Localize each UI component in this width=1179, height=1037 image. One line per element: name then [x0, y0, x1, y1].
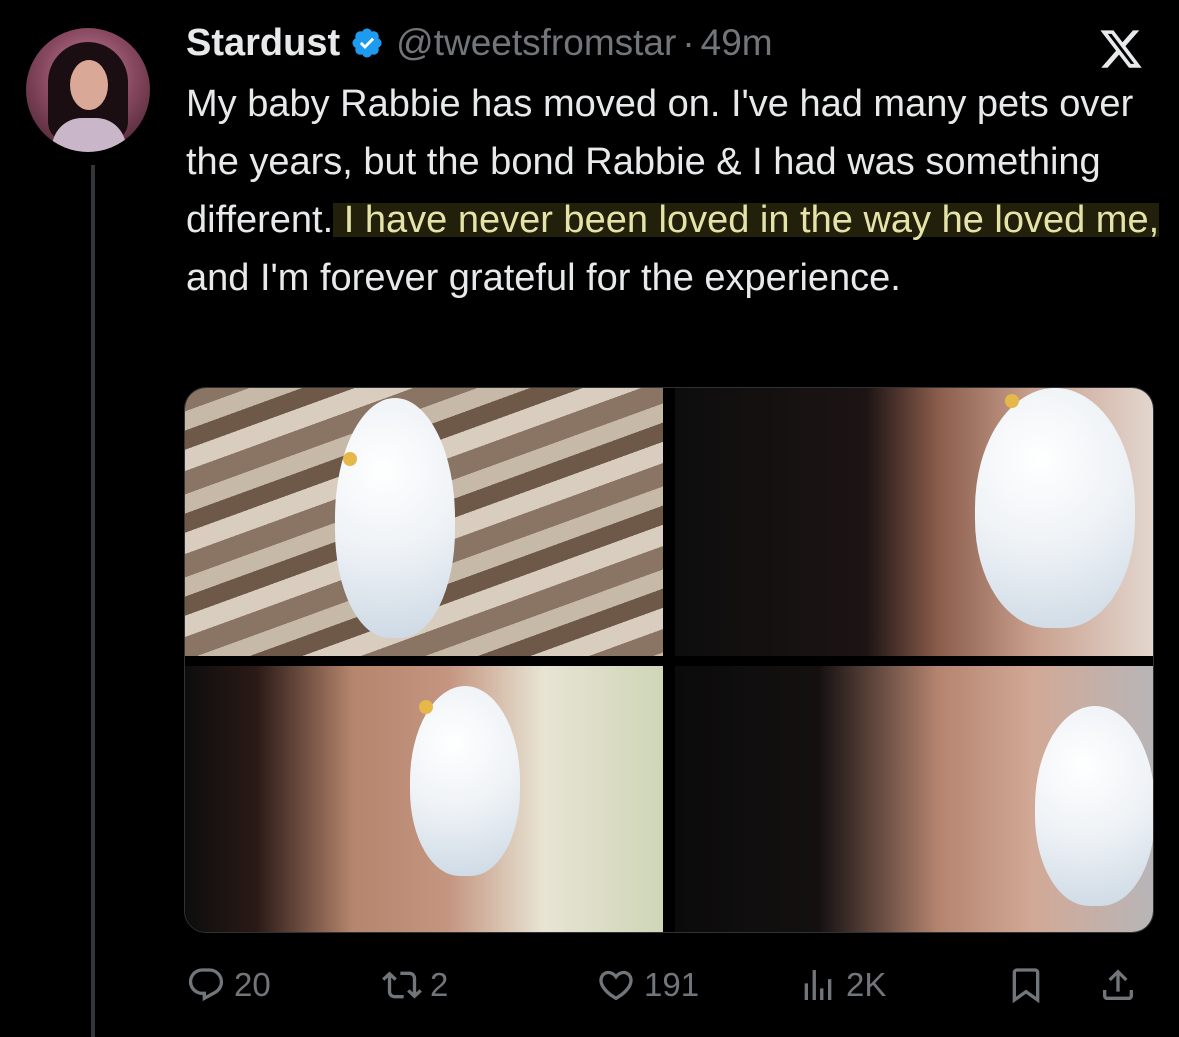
- tweet-text: My baby Rabbie has moved on. I've had ma…: [186, 75, 1161, 307]
- tweet-time[interactable]: 49m: [701, 22, 773, 64]
- bookmark-icon: [1012, 968, 1040, 1004]
- photo-budgie-on-towel[interactable]: [185, 388, 663, 656]
- share-button[interactable]: [1098, 955, 1146, 1015]
- budgie: [1035, 706, 1153, 906]
- budgie: [335, 398, 455, 638]
- views-icon: [804, 970, 832, 1000]
- tweet-header: Stardust @tweetsfromstar · 49m: [186, 20, 773, 66]
- author-avatar[interactable]: [26, 28, 150, 152]
- photo-woman-with-budgie-3[interactable]: [675, 666, 1153, 932]
- tweet-text-highlight: I have never been loved in the way he lo…: [333, 199, 1160, 241]
- retweet-button[interactable]: 2: [382, 955, 448, 1015]
- budgie-beak: [419, 700, 433, 714]
- like-button[interactable]: 191: [596, 955, 699, 1015]
- x-logo-icon: [1100, 30, 1142, 68]
- author-name[interactable]: Stardust: [186, 22, 340, 65]
- thread-line: [91, 165, 95, 1037]
- view-count: 2K: [846, 966, 887, 1003]
- media-grid: [184, 387, 1154, 933]
- like-count: 191: [644, 966, 700, 1003]
- heart-icon: [599, 970, 633, 1001]
- reply-count: 20: [234, 966, 271, 1003]
- avatar-face: [70, 60, 108, 110]
- budgie: [410, 686, 520, 876]
- bookmark-button[interactable]: [1006, 955, 1054, 1015]
- share-icon: [1103, 969, 1133, 1000]
- photo-woman-with-budgie-2[interactable]: [185, 666, 663, 932]
- budgie: [975, 388, 1135, 628]
- retweet-icon: [382, 971, 422, 999]
- photo-woman-with-budgie-1[interactable]: [675, 388, 1153, 656]
- verified-badge-icon: [352, 28, 382, 58]
- retweet-count: 2: [430, 966, 449, 1003]
- views-button[interactable]: 2K: [798, 955, 886, 1015]
- budgie-beak: [1005, 394, 1019, 408]
- reply-icon: [188, 968, 224, 1002]
- tweet-text-end: and I'm forever grateful for the experie…: [186, 257, 901, 299]
- tweet-actions: 20 2 191 2K: [186, 955, 1146, 1015]
- separator-dot: ·: [682, 22, 695, 63]
- author-handle[interactable]: @tweetsfromstar: [396, 22, 676, 64]
- reply-button[interactable]: 20: [186, 955, 271, 1015]
- budgie-beak: [343, 452, 357, 466]
